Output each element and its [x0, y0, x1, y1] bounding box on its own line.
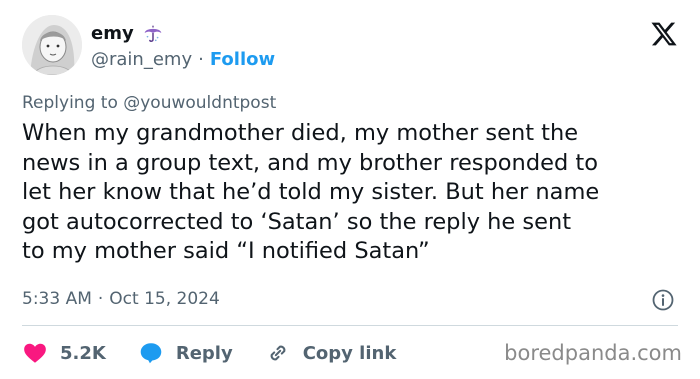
x-logo-icon[interactable]: [650, 20, 678, 48]
tweet-text: When my grandmother died, my mother sent…: [22, 120, 600, 264]
copy-link-button[interactable]: Copy link: [265, 340, 397, 366]
link-icon: [270, 345, 286, 361]
like-count: 5.2K: [60, 342, 106, 364]
avatar[interactable]: [22, 15, 82, 75]
avatar-illustration: [22, 15, 82, 75]
follow-button[interactable]: Follow: [210, 49, 275, 70]
reply-label: Reply: [175, 342, 233, 364]
action-bar: 5.2K Reply Copy link: [22, 338, 428, 368]
like-button[interactable]: 5.2K: [22, 340, 106, 366]
reply-bubble-icon: [140, 343, 162, 364]
author-name-row[interactable]: emy: [91, 22, 164, 44]
author-handle[interactable]: @rain_emy: [91, 49, 192, 70]
replying-to-label[interactable]: Replying to @youwouldntpost: [22, 93, 276, 113]
timestamp-separator: ·: [97, 289, 104, 309]
umbrella-with-rain-icon: [142, 22, 164, 44]
handle-row: @rain_emy · Follow: [91, 49, 275, 70]
tweet-date: Oct 15, 2024: [109, 289, 220, 309]
author-name[interactable]: emy: [91, 23, 134, 44]
info-icon[interactable]: [651, 288, 675, 312]
timestamp[interactable]: 5:33 AM · Oct 15, 2024: [22, 289, 220, 309]
divider: [22, 325, 678, 326]
copy-link-label: Copy link: [302, 342, 397, 364]
watermark: boredpanda.com: [504, 341, 682, 365]
tweet-time: 5:33 AM: [22, 289, 92, 309]
reply-button[interactable]: Reply: [138, 340, 233, 366]
heart-icon: [24, 343, 46, 363]
separator-dot: ·: [198, 49, 204, 70]
